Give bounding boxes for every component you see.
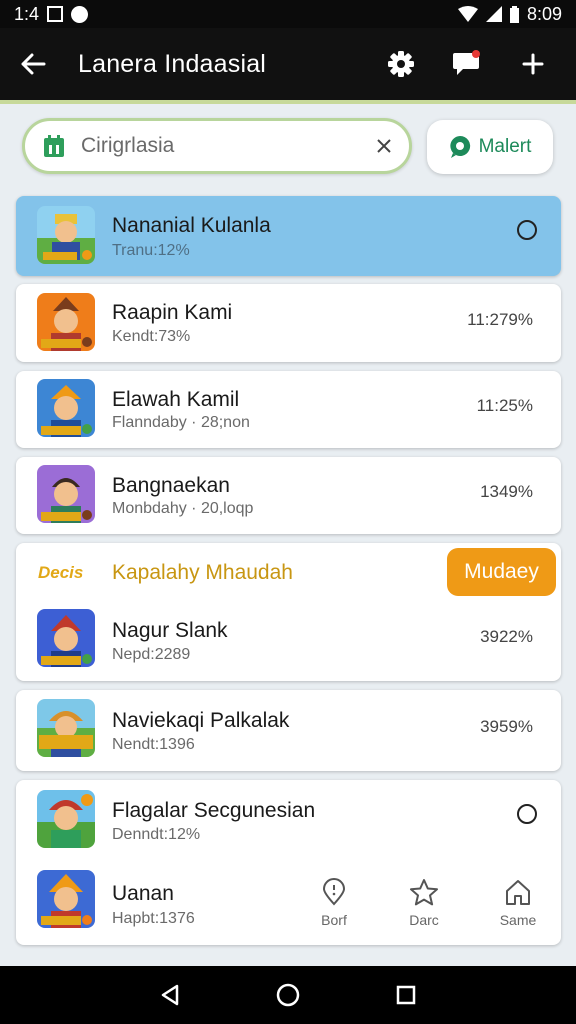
radio-icon[interactable] xyxy=(517,804,537,824)
list-item-subtitle: Nendt:1396 xyxy=(112,736,195,753)
status-bar: 1:4 8:09 xyxy=(0,0,576,28)
list-item-value: 3922% xyxy=(480,627,533,646)
avatar xyxy=(37,293,95,351)
system-navigation-bar xyxy=(0,966,576,1024)
list-item[interactable]: Raapin Kami Kendt:73% 11:279% xyxy=(16,284,561,362)
list-item-subtitle: Denndt:12% xyxy=(112,826,201,843)
location-pin-icon xyxy=(322,878,346,906)
star-icon xyxy=(410,879,438,906)
back-arrow-icon[interactable] xyxy=(20,53,46,75)
avatar xyxy=(37,465,95,523)
list-item-name: Elawah Kamil xyxy=(112,388,240,411)
bottom-nav-darc[interactable]: Darc xyxy=(394,878,454,928)
list-item[interactable]: Naviekaqi Palkalak Nendt:1396 3959% xyxy=(16,690,561,771)
bottom-card: Flagalar Secgunesian Denndt:12% Uanan Ha… xyxy=(16,780,561,945)
bottom-nav-same[interactable]: Same xyxy=(488,878,548,928)
section-action-label: Mudaey xyxy=(464,560,539,583)
toolbar-divider xyxy=(0,100,576,104)
add-button[interactable] xyxy=(510,41,556,87)
avatar xyxy=(37,609,95,667)
recents-square-icon[interactable] xyxy=(396,985,416,1005)
list-item-subtitle: Nepd:2289 xyxy=(112,646,191,663)
list-item-value: 1349% xyxy=(480,482,533,501)
bottom-nav-label: Borf xyxy=(321,912,347,928)
section-logo: Decis xyxy=(38,563,84,582)
list-item-name: Nananial Kulanla xyxy=(112,214,271,237)
bottom-nav-borf[interactable]: Borf xyxy=(304,878,364,928)
home-circle-icon[interactable] xyxy=(276,983,300,1007)
status-time-right: 8:09 xyxy=(526,3,562,24)
status-time-left: 1:4 xyxy=(14,3,40,24)
notification-dot-icon xyxy=(71,5,89,23)
radio-icon[interactable] xyxy=(517,220,537,240)
list-item-name: Uanan xyxy=(112,882,174,905)
bottom-nav-label: Darc xyxy=(409,912,439,928)
list-item[interactable]: Elawah Kamil Flanndaby · 28;non 11:25% xyxy=(16,371,561,448)
avatar xyxy=(37,790,95,848)
avatar xyxy=(37,206,95,264)
location-chat-icon xyxy=(449,135,470,158)
plus-icon xyxy=(522,53,544,75)
section-action-button[interactable]: Mudaey xyxy=(447,548,556,596)
list-item-subtitle: Hapbt:1376 xyxy=(112,910,195,927)
list-item-name: Raapin Kami xyxy=(112,301,233,324)
list-item-value: 3959% xyxy=(480,717,533,736)
avatar xyxy=(37,699,95,757)
list-item-value: 11:279% xyxy=(467,310,533,329)
notification-square-icon xyxy=(47,6,64,22)
search-input[interactable] xyxy=(81,134,377,158)
gear-icon xyxy=(388,51,414,77)
list-item[interactable]: Bangnaekan Monbdahy · 20,loqp 1349% xyxy=(16,457,561,534)
malert-button-label: Malert xyxy=(478,136,532,157)
list-item-value: 11:25% xyxy=(476,396,533,415)
calendar-icon xyxy=(44,135,64,157)
search-box xyxy=(22,118,412,174)
section-title: Kapalahy Mhaudah xyxy=(112,561,293,584)
avatar xyxy=(37,870,95,928)
wifi-icon xyxy=(457,6,478,22)
section-card: Decis Kapalahy Mhaudah Mudaey Nagur Slan… xyxy=(16,543,561,681)
toolbar-title: Lanera Indaasial xyxy=(78,49,267,78)
list-item-name: Naviekaqi Palkalak xyxy=(112,709,290,732)
battery-icon xyxy=(509,5,519,23)
list-item-name: Nagur Slank xyxy=(112,619,228,642)
malert-button[interactable]: Malert xyxy=(427,120,553,174)
avatar xyxy=(37,379,95,437)
messages-button[interactable] xyxy=(444,41,490,87)
list-item-subtitle: Flanndaby · 28;non xyxy=(112,414,250,431)
list-item[interactable]: Nananial Kulanla Tranu:12% xyxy=(16,196,561,276)
bottom-nav-label: Same xyxy=(499,912,537,928)
home-icon xyxy=(506,880,530,905)
list-item-name: Flagalar Secgunesian xyxy=(112,799,316,822)
list-item-subtitle: Tranu:12% xyxy=(112,242,190,259)
list-item-subtitle: Monbdahy · 20,loqp xyxy=(112,500,254,517)
clear-icon[interactable] xyxy=(377,139,391,153)
list-item-subtitle: Kendt:73% xyxy=(112,328,191,345)
list-item-name: Bangnaekan xyxy=(112,474,230,497)
back-triangle-icon[interactable] xyxy=(160,984,180,1006)
signal-icon xyxy=(485,6,502,22)
app-toolbar: Lanera Indaasial xyxy=(0,28,576,100)
settings-button[interactable] xyxy=(378,41,424,87)
chat-bubble-icon xyxy=(453,50,480,75)
